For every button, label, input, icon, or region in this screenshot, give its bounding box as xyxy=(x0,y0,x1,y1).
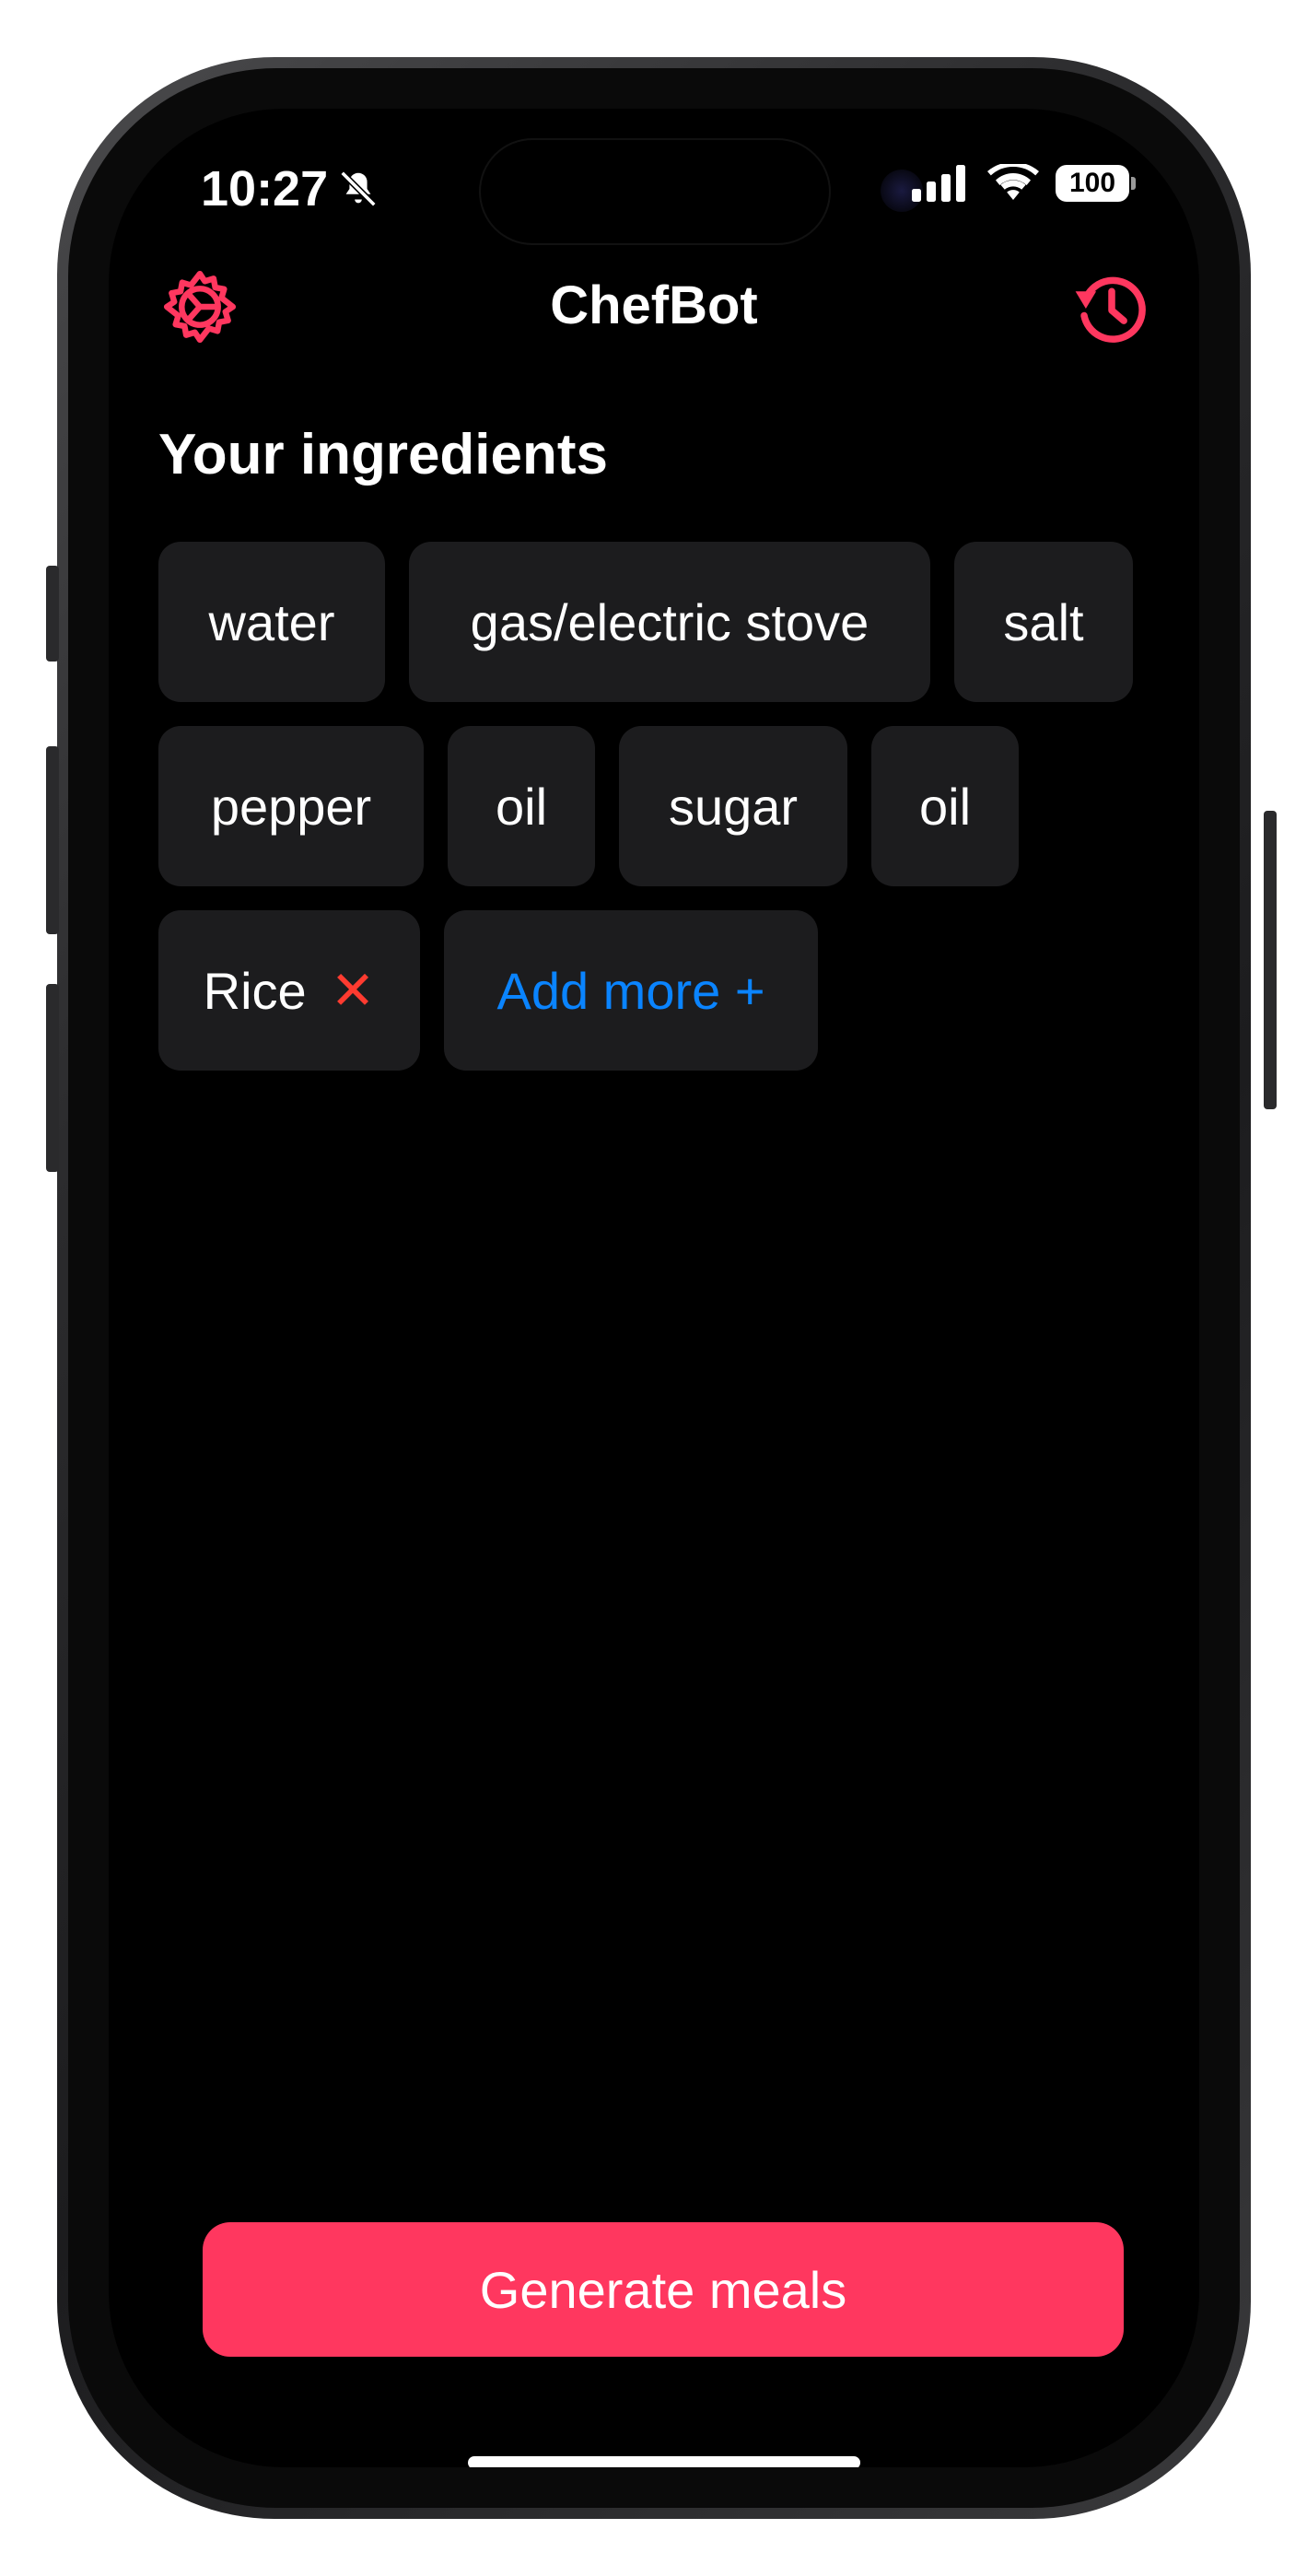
ingredient-label: pepper xyxy=(210,777,372,836)
bell-slash-icon xyxy=(340,170,377,207)
ingredient-chip[interactable]: oil xyxy=(448,726,595,886)
status-time-text: 10:27 xyxy=(201,161,329,217)
ingredient-label: gas/electric stove xyxy=(470,592,869,651)
ingredient-chip[interactable]: water xyxy=(158,542,385,702)
wifi-icon xyxy=(987,164,1039,200)
remove-icon[interactable]: ✕ xyxy=(331,959,376,1022)
ingredient-label: oil xyxy=(495,777,548,836)
history-icon[interactable] xyxy=(1070,267,1153,350)
status-icons: 100 xyxy=(912,164,1136,203)
battery-icon: 100 xyxy=(1056,165,1136,202)
ingredient-label: oil xyxy=(918,777,972,836)
app-title: ChefBot xyxy=(550,275,758,335)
action-button xyxy=(46,566,59,662)
battery-level: 100 xyxy=(1068,168,1116,198)
app-screen: 10:27 100 ChefBot Your ingredients water… xyxy=(109,109,1199,2467)
ingredient-chip[interactable]: pepper xyxy=(158,726,424,886)
generate-meals-button[interactable]: Generate meals xyxy=(203,2222,1124,2357)
status-time: 10:27 xyxy=(201,160,379,217)
ingredient-label: Rice xyxy=(203,961,307,1020)
ingredient-list: water gas/electric stove salt pepper oil… xyxy=(158,542,1172,1071)
ingredient-chip[interactable]: salt xyxy=(954,542,1133,702)
ingredient-chip[interactable]: oil xyxy=(871,726,1019,886)
signal-icon xyxy=(912,165,965,202)
ingredient-chip[interactable]: gas/electric stove xyxy=(409,542,930,702)
ingredient-chip-removable[interactable]: Rice ✕ xyxy=(158,910,420,1071)
power-button xyxy=(1264,811,1277,1109)
dynamic-island xyxy=(481,140,829,243)
ingredient-label: salt xyxy=(1003,592,1084,651)
ingredient-label: sugar xyxy=(668,777,799,836)
home-indicator[interactable] xyxy=(468,2456,860,2467)
add-more-button[interactable]: Add more + xyxy=(444,910,818,1071)
volume-up-button xyxy=(46,746,59,934)
ingredient-label: water xyxy=(208,592,335,651)
volume-down-button xyxy=(46,984,59,1172)
section-title: Your ingredients xyxy=(158,423,609,486)
ingredient-chip[interactable]: sugar xyxy=(619,726,847,886)
